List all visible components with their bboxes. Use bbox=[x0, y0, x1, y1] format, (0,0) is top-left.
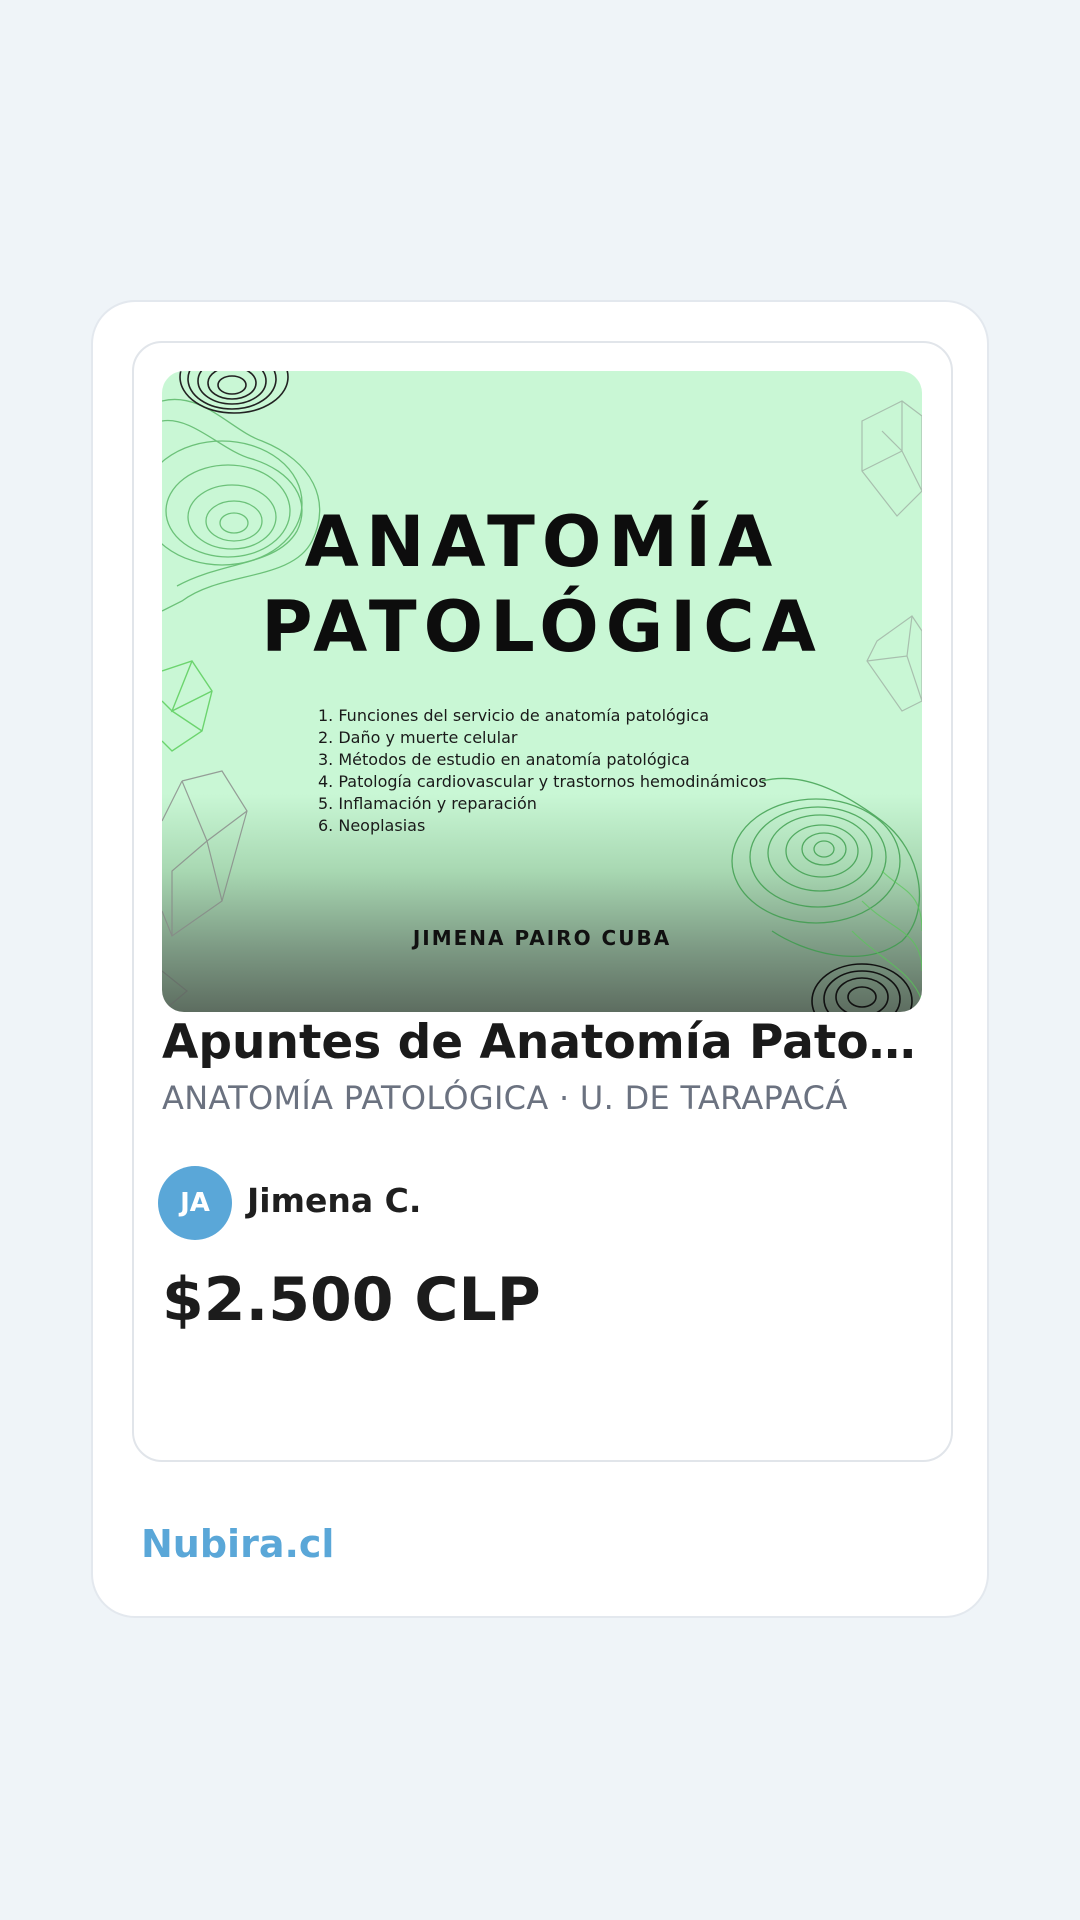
cover-topic: 2. Daño y muerte celular bbox=[318, 728, 518, 747]
listing-title[interactable]: Apuntes de Anatomía Patológica bbox=[162, 1015, 922, 1070]
listing-price: $2.500 CLP bbox=[162, 1265, 541, 1335]
listing-card[interactable]: ANATOMÍA PATOLÓGICA 1. Funciones del ser… bbox=[132, 341, 953, 1462]
cover-title-line1: ANATOMÍA bbox=[304, 501, 780, 583]
cover-topic: 6. Neoplasias bbox=[318, 816, 426, 835]
cover-topic: 4. Patología cardiovascular y trastornos… bbox=[318, 772, 767, 791]
cover-topic: 3. Métodos de estudio en anatomía patoló… bbox=[318, 750, 690, 769]
share-card: ANATOMÍA PATOLÓGICA 1. Funciones del ser… bbox=[91, 300, 989, 1618]
cover-author: JIMENA PAIRO CUBA bbox=[412, 926, 672, 950]
cover-image: ANATOMÍA PATOLÓGICA 1. Funciones del ser… bbox=[162, 371, 922, 1012]
cover-topic: 1. Funciones del servicio de anatomía pa… bbox=[318, 706, 709, 725]
brand-link[interactable]: Nubira.cl bbox=[141, 1522, 334, 1566]
cover-title-line2: PATOLÓGICA bbox=[261, 586, 823, 668]
seller-name[interactable]: Jimena C. bbox=[247, 1181, 421, 1220]
cover-decoration bbox=[162, 371, 922, 1012]
cover-topic: 5. Inflamación y reparación bbox=[318, 794, 537, 813]
listing-subtitle: ANATOMÍA PATOLÓGICA · U. DE TARAPACÁ bbox=[162, 1079, 848, 1117]
seller-avatar[interactable]: JA bbox=[158, 1166, 232, 1240]
cover-topics-list: 1. Funciones del servicio de anatomía pa… bbox=[318, 705, 767, 837]
